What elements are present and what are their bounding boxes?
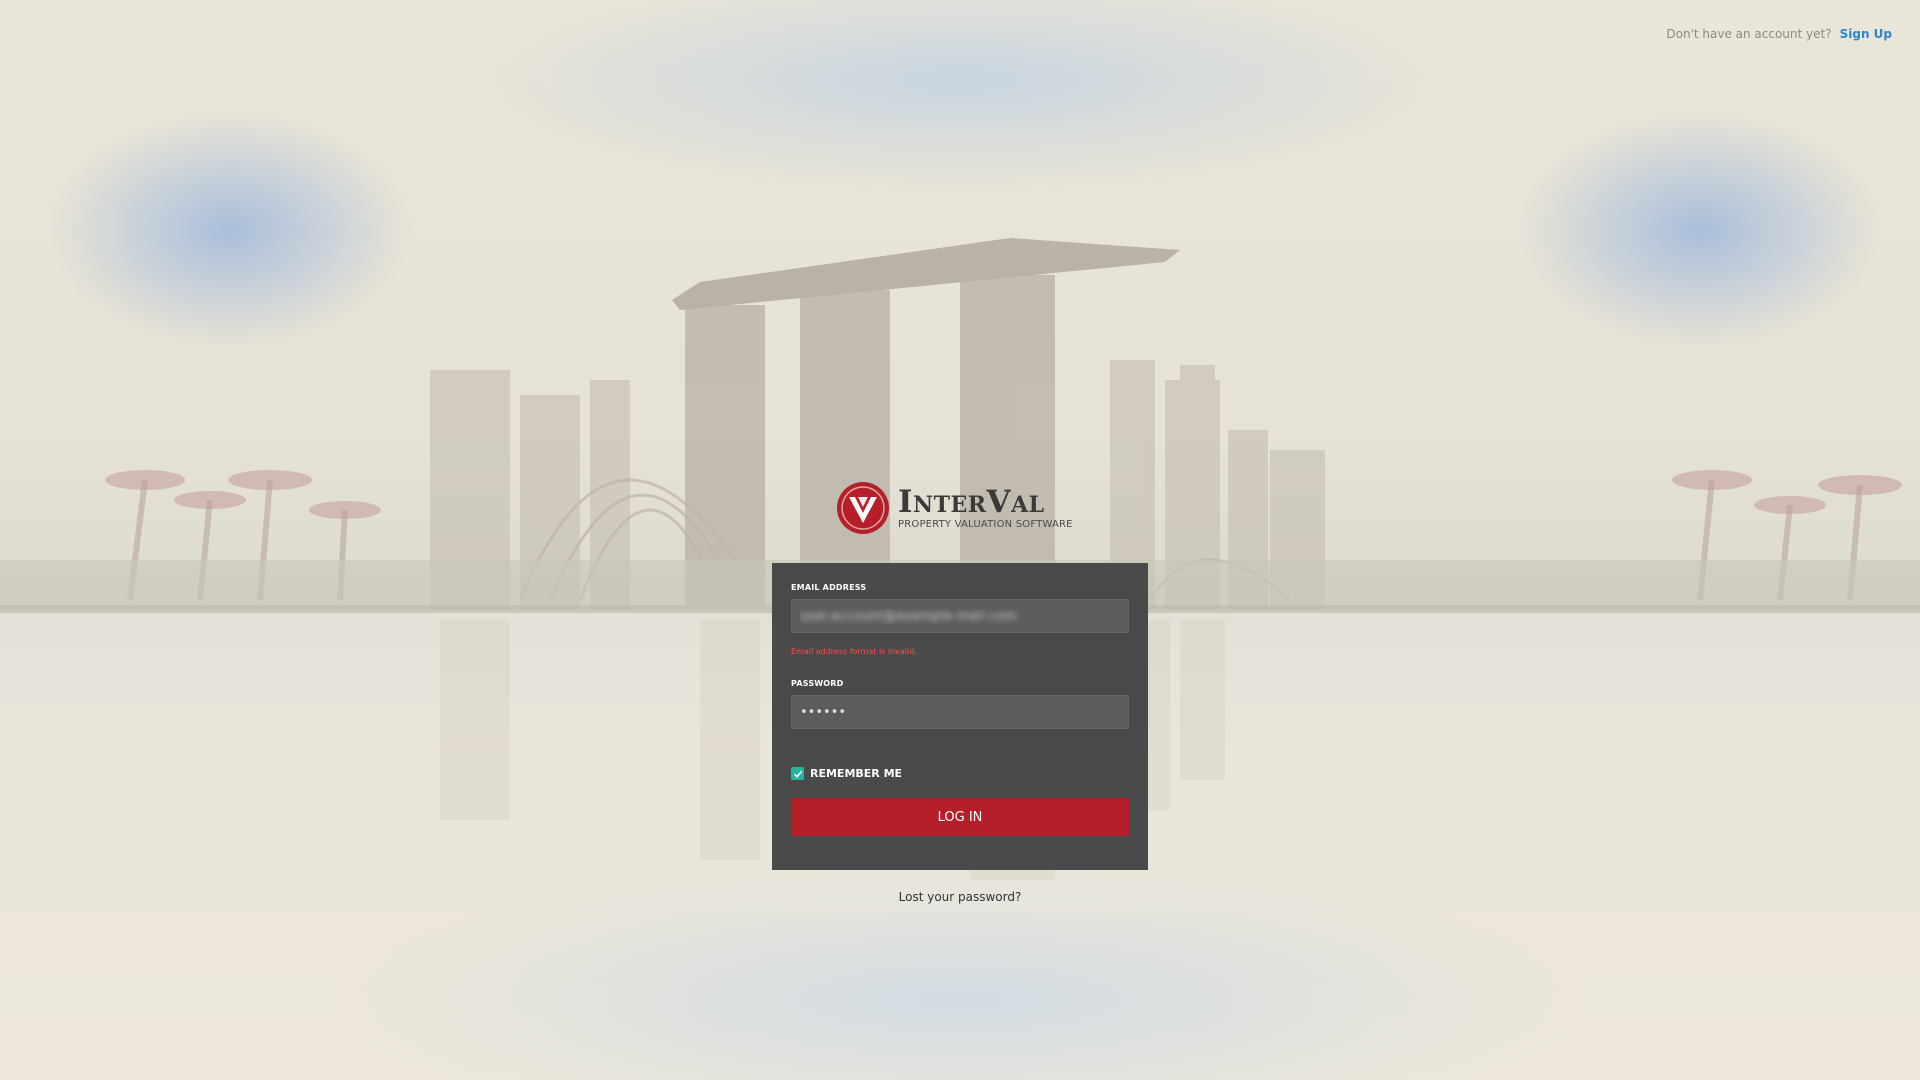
brand-tagline: PROPERTY VALUATION SOFTWARE [898,518,1073,530]
password-input[interactable] [791,695,1129,729]
email-input[interactable] [791,599,1129,633]
brand-logo: InterVal PROPERTY VALUATION SOFTWARE [836,480,1086,536]
brand-name: InterVal [898,483,1045,520]
remember-me-label: REMEMBER ME [810,767,903,780]
signup-link[interactable]: Sign Up [1840,27,1892,41]
background-skyline [0,0,1920,1080]
password-label: PASSWORD [791,679,844,688]
login-form: EMAIL ADDRESS Email address format is in… [772,563,1148,870]
signup-prompt-text: Don't have an account yet? [1666,27,1832,41]
remember-me-row[interactable]: REMEMBER ME [791,767,1129,780]
email-error-message: Email address format is invalid. [791,647,917,656]
interval-logo-icon [837,482,889,534]
remember-me-checkbox[interactable] [791,767,804,780]
checkmark-icon [793,770,802,778]
email-label: EMAIL ADDRESS [791,583,867,592]
signup-prompt: Don't have an account yet? Sign Up [1666,27,1892,41]
login-button[interactable]: LOG IN [791,798,1129,836]
lost-password-link[interactable]: Lost your password? [0,890,1920,904]
skyline-illustration [0,238,1920,913]
